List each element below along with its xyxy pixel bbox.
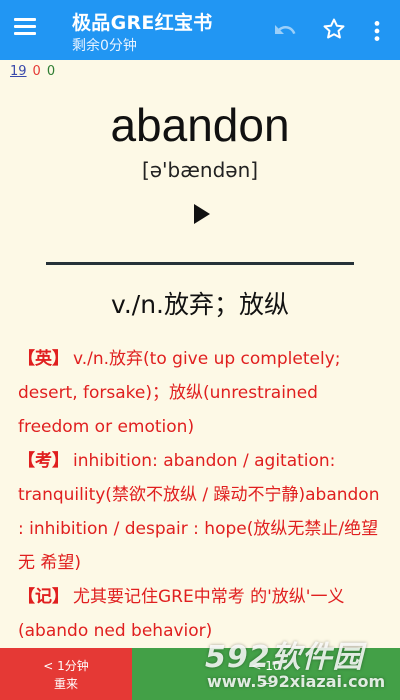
next-label: 一: [259, 677, 272, 691]
detail-tag: 【考】: [18, 451, 69, 471]
divider: [46, 262, 354, 265]
detail-english: 【英】 v./n.放弃(to give up completely; desert…: [18, 342, 384, 444]
retry-label: 重来: [53, 677, 78, 691]
retry-button[interactable]: < 1分钟 重来: [0, 648, 132, 700]
stat-new-count[interactable]: 19: [10, 64, 27, 79]
stat-wrong-count: 0: [32, 64, 41, 79]
app-bar: 极品GRE红宝书 剩余0分钟: [0, 0, 400, 60]
phonetic: [ə'bændən]: [141, 158, 259, 182]
review-stats: 19 0 0: [10, 64, 61, 79]
next-button[interactable]: < 10 一: [132, 648, 400, 700]
stat-correct-count: 0: [46, 64, 56, 79]
play-audio-icon[interactable]: [193, 203, 211, 225]
next-interval: < 10: [251, 659, 281, 673]
undo-icon[interactable]: [272, 18, 298, 42]
word-meaning: v./n.放弃；放纵: [110, 290, 289, 319]
detail-tag: 【英】: [18, 349, 69, 369]
detail-tag: 【记】: [18, 587, 69, 607]
word-details: 【英】 v./n.放弃(to give up completely; desert…: [18, 342, 384, 648]
detail-memo: 【记】 尤其要记住GRE中常考 的'放纵'一义(abando ned behavi…: [18, 580, 384, 648]
answer-bar: < 1分钟 重来 < 10 一: [0, 648, 400, 700]
detail-text: inhibition: abandon / agitation: tranqui…: [18, 451, 380, 573]
remaining-time: 剩余0分钟: [72, 38, 137, 54]
star-outline-icon[interactable]: [322, 17, 346, 41]
app-title: 极品GRE红宝书: [72, 12, 213, 34]
menu-icon[interactable]: [14, 18, 36, 40]
more-vert-icon[interactable]: [368, 18, 386, 44]
retry-interval: < 1分钟: [43, 659, 89, 673]
headword: abandon: [110, 99, 290, 151]
detail-exam: 【考】 inhibition: abandon / agitation: tran…: [18, 444, 384, 580]
